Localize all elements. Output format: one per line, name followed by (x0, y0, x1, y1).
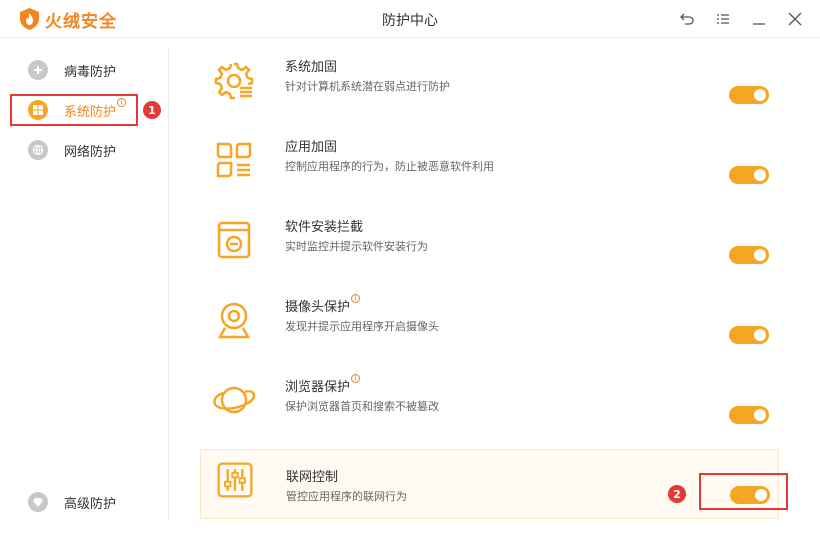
sidebar-item-network-protection[interactable]: 网络防护 (28, 139, 116, 161)
apps-grid-icon (216, 142, 252, 178)
feature-title: 软件安装拦截 (285, 220, 364, 235)
info-icon[interactable]: i (351, 293, 361, 303)
annotation-badge-2: 2 (668, 485, 686, 503)
close-icon (788, 12, 802, 26)
sidebar-item-label: 高级防护 (64, 496, 117, 512)
annotation-badge-1: 1 (143, 101, 161, 119)
feature-description: 发现并提示应用程序开启摄像头 (285, 320, 439, 333)
feature-toggle[interactable] (729, 86, 769, 104)
webcam-icon (217, 302, 251, 339)
sidebar-item-virus-protection[interactable]: 病毒防护 (28, 59, 116, 81)
toggle-knob (754, 89, 766, 101)
toggle-knob (754, 249, 766, 261)
feature-title: 摄像头保护i (285, 293, 361, 315)
globe-icon (28, 140, 48, 160)
gear-list-icon (214, 62, 254, 100)
sidebar-item-label: 病毒防护 (64, 64, 117, 80)
minimize-button[interactable] (748, 8, 770, 30)
feature-install-block: 软件安装拦截 实时监控并提示软件安装行为 (200, 212, 779, 282)
feature-description: 实时监控并提示软件安装行为 (285, 240, 428, 253)
window-controls (676, 8, 806, 30)
diamond-icon (28, 492, 48, 512)
feature-description: 针对计算机系统潜在弱点进行防护 (285, 80, 450, 93)
minimize-icon (753, 23, 765, 25)
toggle-knob (754, 169, 766, 181)
feature-title: 联网控制 (286, 470, 339, 485)
info-icon[interactable]: i (351, 373, 361, 383)
sidebar-item-label: 网络防护 (64, 144, 117, 160)
toggle-knob (754, 409, 766, 421)
feature-title: 系统加固 (285, 60, 338, 75)
planet-icon (213, 386, 256, 414)
annotation-box-1 (10, 94, 138, 126)
menu-icon (717, 14, 729, 24)
menu-button[interactable] (712, 8, 734, 30)
sliders-icon (217, 462, 253, 498)
annotation-box-2 (699, 473, 788, 510)
feature-description: 管控应用程序的联网行为 (286, 490, 407, 503)
feature-toggle[interactable] (729, 406, 769, 424)
feature-network-control: 联网控制 管控应用程序的联网行为 (200, 449, 779, 519)
feature-title: 应用加固 (285, 140, 338, 155)
feature-description: 保护浏览器首页和搜索不被篡改 (285, 400, 439, 413)
feature-description: 控制应用程序的行为，防止被恶意软件利用 (285, 160, 494, 173)
sidebar-divider (168, 48, 169, 520)
toggle-knob (754, 329, 766, 341)
feature-browser-protection: 浏览器保护i 保护浏览器首页和搜索不被篡改 (200, 372, 779, 442)
feature-system-hardening: 系统加固 针对计算机系统潜在弱点进行防护 (200, 52, 779, 122)
feature-title: 浏览器保护i (285, 373, 361, 395)
feature-webcam-protection: 摄像头保护i 发现并提示应用程序开启摄像头 (200, 292, 779, 362)
close-button[interactable] (784, 8, 806, 30)
feature-toggle[interactable] (729, 326, 769, 344)
feature-toggle[interactable] (729, 246, 769, 264)
back-button[interactable] (676, 8, 698, 30)
feature-app-hardening: 应用加固 控制应用程序的行为，防止被恶意软件利用 (200, 132, 779, 202)
virus-shield-icon (28, 60, 48, 80)
install-block-icon (217, 221, 251, 259)
sidebar-item-advanced-protection[interactable]: 高级防护 (28, 491, 116, 513)
app-window: 火绒安全 防护中心 病毒防护 系统防护i 网络防护 高级防护 1 系统加固 针对… (0, 0, 820, 539)
back-icon (680, 13, 694, 25)
title-bar: 火绒安全 防护中心 (0, 0, 820, 38)
feature-toggle[interactable] (729, 166, 769, 184)
